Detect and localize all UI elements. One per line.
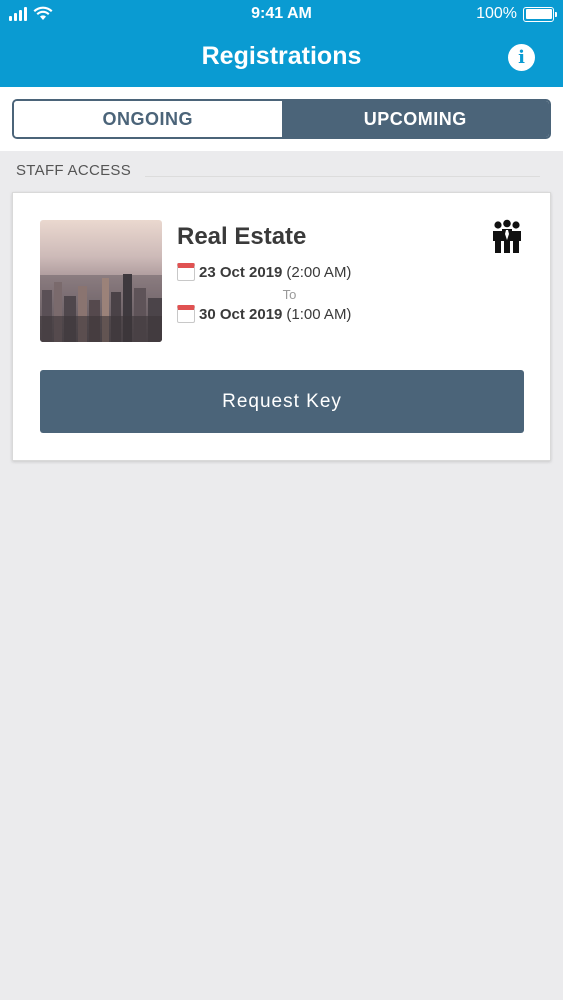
tab-upcoming[interactable]: UPCOMING (281, 101, 549, 137)
tab-ongoing[interactable]: ONGOING (14, 101, 282, 137)
city-skyline-image (40, 274, 162, 342)
end-date-value: 30 Oct 2019 (199, 305, 283, 323)
section-title: STAFF ACCESS (16, 162, 132, 179)
section-divider (145, 176, 540, 177)
app-header: 9:41 AM 100% Registrations i (0, 0, 563, 87)
start-date: 23 Oct 2019 (2:00 AM) (177, 263, 351, 281)
start-date-value: 23 Oct 2019 (199, 263, 283, 281)
end-time-value: (1:00 AM) (286, 305, 352, 323)
group-people-icon (493, 219, 521, 253)
registration-card[interactable]: Real Estate 23 Oct 2019 (2:00 AM) To 30 … (12, 192, 551, 461)
segmented-control: ONGOING UPCOMING (12, 99, 551, 139)
page-title: Registrations (201, 42, 362, 70)
battery-icon (523, 6, 557, 22)
tab-bar: ONGOING UPCOMING (0, 87, 563, 151)
calendar-icon (177, 305, 195, 323)
request-key-button[interactable]: Request Key (40, 370, 524, 433)
event-thumbnail (40, 220, 162, 342)
battery-status: 100% (476, 5, 557, 23)
battery-percent: 100% (476, 5, 517, 22)
calendar-icon (177, 263, 195, 281)
end-date: 30 Oct 2019 (1:00 AM) (177, 305, 351, 323)
start-time-value: (2:00 AM) (286, 263, 352, 281)
event-name: Real Estate (177, 223, 307, 250)
to-label: To (282, 287, 297, 302)
info-icon[interactable]: i (508, 44, 535, 71)
status-bar: 9:41 AM 100% (0, 0, 563, 30)
